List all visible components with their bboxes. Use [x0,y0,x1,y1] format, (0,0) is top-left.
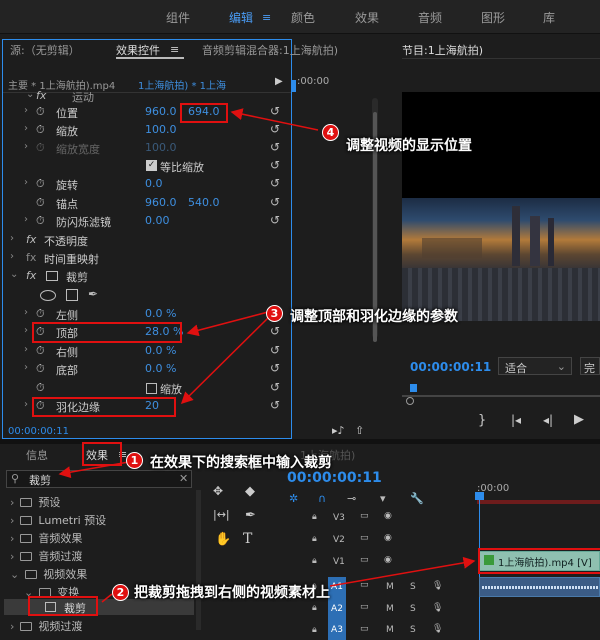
annotation-badge-4: 4 [322,124,339,141]
annotation-badge-2: 2 [112,584,129,601]
annotation-text-3: 调整顶部和羽化边缘的参数 [290,309,458,325]
annotation-badge-1: 1 [126,452,143,469]
arrow-2 [329,556,476,587]
annotation-text-1: 在效果下的搜索框中输入裁剪 [150,455,332,471]
annotation-text-2: 把裁剪拖拽到右侧的视频素材上 [134,585,330,601]
arrow-4 [230,108,319,131]
arrow-2-tail [101,593,113,603]
annotation-text-4: 调整视频的显示位置 [346,138,472,154]
annotation-badge-3: 3 [266,305,283,322]
